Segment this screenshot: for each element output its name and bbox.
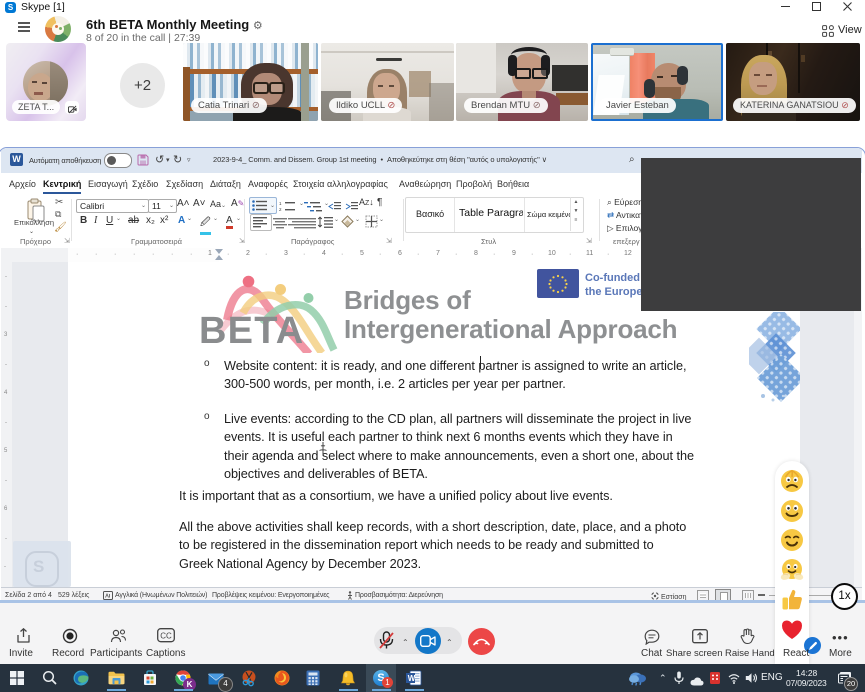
svg-text:W: W xyxy=(408,674,416,683)
svg-text:2: 2 xyxy=(279,207,282,212)
svg-text:1: 1 xyxy=(279,201,282,206)
svg-text:CC: CC xyxy=(160,632,172,641)
